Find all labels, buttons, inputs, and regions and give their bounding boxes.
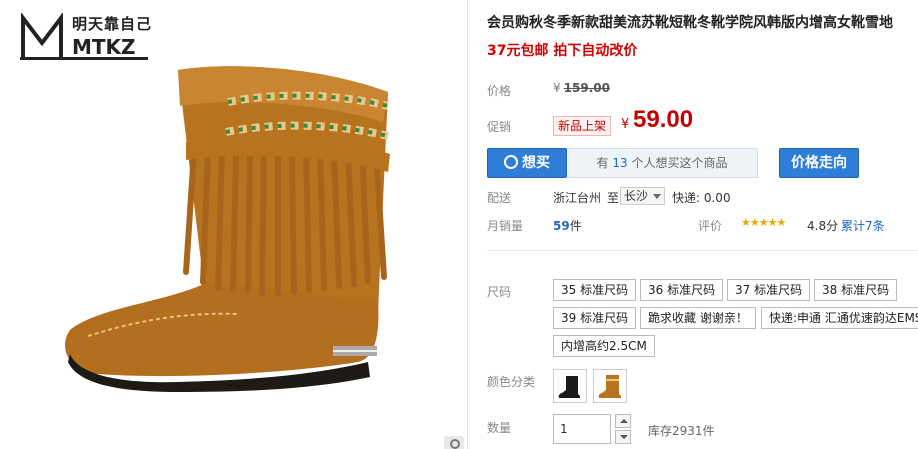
quantity-increase-icon[interactable] [615,414,631,428]
tan-boot-icon [598,375,621,398]
boot-photo [65,66,390,392]
logo-en: MTKZ [72,35,136,59]
price-label: 价格 [487,84,512,98]
logo-cn: 明天靠自己 [72,15,153,33]
size-option-37[interactable]: 37 标准尺码 [727,279,811,301]
size-option-39[interactable]: 39 标准尺码 [553,307,637,329]
star-rating-icon: ★★★★★ [741,216,786,229]
product-info: 会员购秋冬季新款甜美流苏靴短靴冬靴学院风韩版内增高女靴雪地 37元包邮 拍下自动… [487,0,918,449]
promo-label: 促销 [487,120,512,134]
size-option-35[interactable]: 35 标准尺码 [553,279,637,301]
rating-label: 评价 [698,219,723,233]
shipping-to-label: 至 [607,191,620,205]
quantity-label: 数量 [487,421,512,435]
monthly-sales-unit: 件 [569,219,582,233]
size-label: 尺码 [487,285,512,299]
color-option-tan[interactable] [593,369,627,403]
quantity-decrease-icon[interactable] [615,430,631,444]
stock-count: 库存2931件 [648,424,715,438]
want-button-label: 想买 [522,155,550,171]
original-price-currency: ¥ [553,81,561,95]
shipping-fee: 快递: 0.00 [672,191,731,205]
size-option-38[interactable]: 38 标准尺码 [814,279,898,301]
price-trend-button[interactable]: 价格走向 [779,148,859,178]
product-subtitle: 37元包邮 拍下自动改价 [487,43,638,59]
shipping-label: 配送 [487,191,512,205]
want-count-suffix: 个人想买这个商品 [631,156,728,170]
reviews-link[interactable]: 累计7条 [841,217,885,234]
shipping-city-value: 长沙 [624,189,649,203]
shipping-from: 浙江台州 [553,191,602,205]
product-image-panel: MTKZ 明天靠自己 [0,0,468,449]
promo-badge: 新品上架 [553,116,612,136]
want-count-prefix: 有 [596,156,609,170]
color-option-black[interactable] [553,369,587,403]
want-count: 有 13 个人想买这个商品 [567,148,758,178]
size-option-note-courier[interactable]: 快递:申通 汇通优速韵达EMS [761,307,918,329]
black-boot-icon [558,376,580,398]
hand-icon [504,155,518,169]
original-price-value: 159.00 [563,81,610,95]
want-count-number: 13 [612,156,628,170]
rating-score: 4.8分 [807,219,839,233]
divider [487,250,918,251]
want-button[interactable]: 想买 [487,148,567,178]
shipping-city-select[interactable]: 长沙 [620,187,665,205]
quantity-input[interactable]: 1 [553,414,611,444]
chevron-down-icon [653,194,661,199]
size-option-note-favorite[interactable]: 跪求收藏 谢谢亲！ [640,307,756,329]
promo-currency: ¥ [621,117,630,132]
size-option-36[interactable]: 36 标准尺码 [640,279,724,301]
size-option-note-heel[interactable]: 内增高约2.5CM [553,335,655,357]
product-title: 会员购秋冬季新款甜美流苏靴短靴冬靴学院风韩版内增高女靴雪地 [487,15,893,31]
original-price: ¥159.00 [553,81,610,95]
color-label: 颜色分类 [487,375,536,389]
monthly-sales: 59件 [553,217,582,234]
brand-logo: MTKZ 明天靠自己 [20,13,151,63]
monthly-sales-count: 59 [553,219,570,233]
promo-price: 59.00 [633,106,694,133]
sales-label: 月销量 [487,219,524,233]
zoom-icon[interactable] [444,436,464,449]
